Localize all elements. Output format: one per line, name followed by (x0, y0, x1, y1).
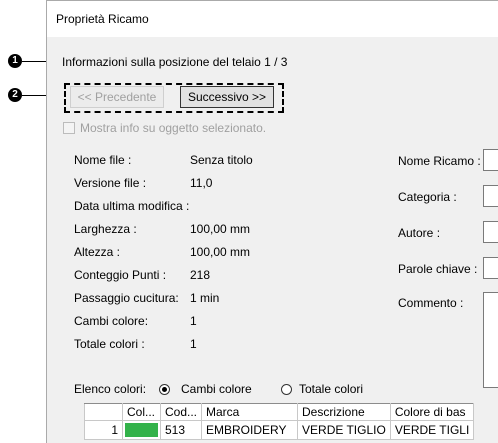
sewing-time-value: 1 min (190, 291, 220, 305)
category-label: Categoria : (398, 190, 457, 204)
total-colors-radio[interactable] (281, 384, 292, 395)
file-name-value: Senza titolo (190, 153, 253, 167)
color-changes-radio[interactable] (159, 384, 170, 395)
color-table: Col... Cod... Marca Descrizione Colore d… (84, 403, 475, 440)
file-name-label: Nome file : (74, 153, 132, 167)
total-colors-radio-label: Totale colori (299, 382, 364, 396)
height-label: Altezza : (74, 245, 121, 259)
comment-textarea[interactable] (483, 292, 498, 388)
last-modified-label: Data ultima modifica : (74, 199, 190, 213)
author-input[interactable] (483, 221, 498, 243)
keywords-input[interactable] (483, 257, 498, 279)
sewing-time-label: Passaggio cucitura: (74, 291, 179, 305)
keywords-label: Parole chiave : (398, 262, 478, 276)
design-name-input[interactable] (483, 149, 498, 171)
column-header-base-color[interactable]: Colore di bas (389, 403, 475, 421)
radio-selected-dot (162, 387, 167, 392)
color-table-header: Col... Cod... Marca Descrizione Colore d… (84, 403, 475, 421)
show-selected-info-checkbox[interactable] (63, 122, 75, 134)
next-button[interactable]: Successivo >> (180, 86, 274, 108)
row-color-cell (122, 420, 161, 440)
row-description: VERDE TIGLIO (297, 420, 391, 440)
author-label: Autore : (398, 226, 441, 240)
category-input[interactable] (483, 185, 498, 207)
column-header-code[interactable]: Cod... (159, 403, 203, 421)
column-header-index[interactable] (84, 403, 123, 421)
total-colors-value: 1 (190, 337, 197, 351)
file-version-value: 11,0 (190, 176, 213, 190)
show-selected-info-label: Mostra info su oggetto selezionato. (80, 121, 267, 135)
stitch-count-value: 218 (190, 268, 211, 282)
column-header-brand[interactable]: Marca (201, 403, 299, 421)
design-name-label: Nome Ricamo : (398, 154, 481, 168)
color-changes-value: 1 (190, 314, 197, 328)
width-value: 100,00 mm (190, 222, 251, 236)
row-base-color: VERDE TIGLI (389, 420, 475, 440)
color-swatch (125, 423, 158, 437)
file-version-label: Versione file : (74, 176, 147, 190)
previous-button[interactable]: << Precedente (70, 86, 164, 108)
total-colors-label: Totale colori : (74, 337, 145, 351)
width-label: Larghezza : (74, 222, 137, 236)
height-value: 100,00 mm (190, 245, 251, 259)
color-changes-radio-label: Cambi colore (181, 382, 252, 396)
stitch-count-label: Conteggio Punti : (74, 268, 167, 282)
row-brand: EMBROIDERY (201, 420, 299, 440)
callout-1: 1 (8, 54, 22, 68)
color-list-label: Elenco colori: (74, 382, 147, 396)
column-header-color[interactable]: Col... (122, 403, 161, 421)
frame-position-info: Informazioni sulla posizione del telaio … (62, 55, 288, 69)
color-changes-label: Cambi colore: (74, 314, 149, 328)
comment-label: Commento : (398, 296, 464, 310)
row-index: 1 (84, 420, 123, 440)
table-row[interactable]: 1 513 EMBROIDERY VERDE TIGLIO VERDE TIGL… (84, 420, 475, 440)
row-code: 513 (159, 420, 203, 440)
window-title: Proprietà Ricamo (56, 12, 149, 26)
column-header-description[interactable]: Descrizione (297, 403, 391, 421)
callout-2: 2 (8, 88, 22, 102)
